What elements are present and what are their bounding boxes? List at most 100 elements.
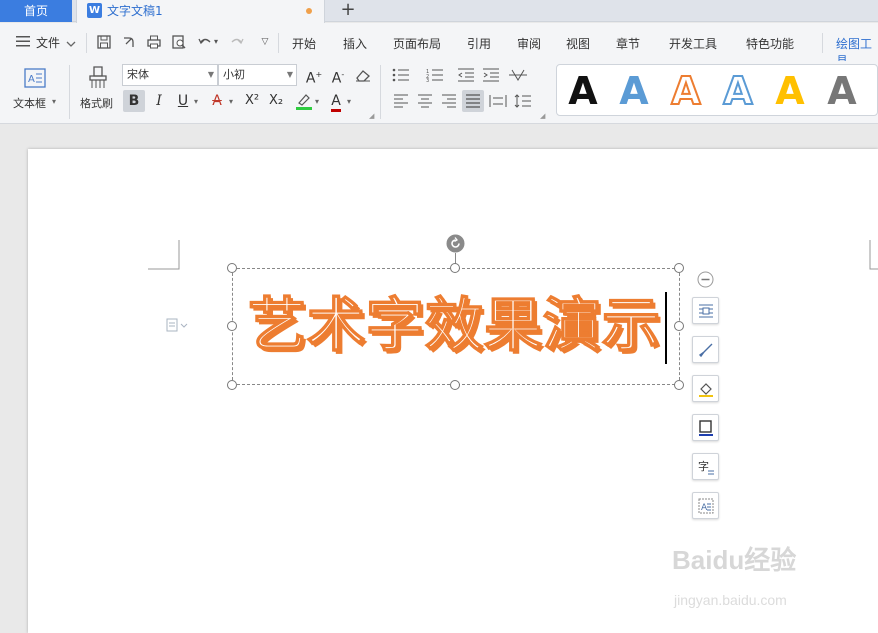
svg-text:3: 3 xyxy=(426,78,429,82)
superscript-button[interactable]: X² xyxy=(241,90,263,112)
menu-chapter[interactable]: 章节 xyxy=(616,35,640,52)
font-name-select[interactable]: 宋体 ▼ xyxy=(122,64,218,86)
outline-color-button[interactable] xyxy=(692,414,719,441)
chevron-down-icon: ▼ xyxy=(207,70,214,79)
save-icon[interactable] xyxy=(95,33,113,51)
wordart-style-gold[interactable]: A xyxy=(770,69,810,113)
divider xyxy=(86,33,87,53)
bold-button[interactable]: B xyxy=(123,90,145,112)
menu-insert[interactable]: 插入 xyxy=(343,35,367,52)
new-tab-button[interactable]: + xyxy=(338,0,358,22)
divider xyxy=(380,65,381,119)
wordart-style-orange-outline[interactable]: A xyxy=(666,68,706,114)
wordart-style-gallery: A A A A A A xyxy=(556,64,878,116)
svg-text:A: A xyxy=(701,503,708,513)
menu-special[interactable]: 特色功能 xyxy=(746,35,794,52)
text-effect-button[interactable]: 字 xyxy=(692,453,719,480)
divider xyxy=(822,33,823,53)
format-painter-icon[interactable] xyxy=(87,66,109,90)
paragraph-dialog-launcher-icon[interactable]: ◢ xyxy=(540,112,545,120)
menu-view[interactable]: 视图 xyxy=(566,35,590,52)
menu-page-layout[interactable]: 页面布局 xyxy=(393,35,441,52)
wordart-style-blue-outline[interactable]: A xyxy=(718,68,758,114)
format-painter-label[interactable]: 格式刷 xyxy=(80,95,113,111)
align-right-icon[interactable] xyxy=(438,90,460,112)
menu-developer[interactable]: 开发工具 xyxy=(669,35,717,52)
print-preview-icon[interactable] xyxy=(170,33,188,51)
textbox-options-button[interactable]: A xyxy=(692,492,719,519)
wordart-style-black[interactable]: A xyxy=(563,69,603,113)
baidu-watermark: Baidu经验 xyxy=(672,545,797,575)
shrink-font-icon[interactable]: A- xyxy=(327,64,349,87)
font-color-button[interactable]: A xyxy=(325,90,347,112)
resize-handle-se[interactable] xyxy=(674,380,684,390)
highlight-icon[interactable] xyxy=(293,90,315,112)
italic-button[interactable]: I xyxy=(148,90,170,112)
chevron-down-icon[interactable]: ▾ xyxy=(52,97,56,106)
increase-indent-icon[interactable] xyxy=(480,64,502,86)
fill-color-button[interactable] xyxy=(692,375,719,402)
paragraph-anchor-icon[interactable] xyxy=(166,318,188,332)
font-dialog-launcher-icon[interactable]: ◢ xyxy=(369,112,374,120)
chevron-down-icon[interactable]: ▾ xyxy=(194,97,198,106)
font-size-select[interactable]: 小初 ▼ xyxy=(218,64,297,86)
rotate-handle-icon[interactable] xyxy=(446,234,465,253)
menu-start[interactable]: 开始 xyxy=(292,35,316,52)
wordart-text[interactable]: 艺术字效果演示 xyxy=(247,290,661,360)
writer-doc-icon: W xyxy=(87,3,102,18)
align-center-icon[interactable] xyxy=(414,90,436,112)
hamburger-icon[interactable] xyxy=(16,35,30,47)
svg-text:字: 字 xyxy=(698,459,709,473)
font-color-glyph: A xyxy=(331,93,341,112)
undo-dropdown-icon[interactable]: ▾ xyxy=(212,33,220,51)
clear-format-icon[interactable] xyxy=(352,64,374,86)
distributed-align-icon[interactable] xyxy=(487,90,509,112)
menu-bar: 文件 ▾ ▽ 开始 插入 页面布局 引用 审阅 视图 章节 开发工具 特色功能 … xyxy=(0,23,878,68)
menu-file[interactable]: 文件 xyxy=(36,34,60,51)
resize-handle-e[interactable] xyxy=(674,321,684,331)
collapse-toolbar-icon[interactable] xyxy=(697,271,714,288)
text-direction-icon[interactable] xyxy=(507,64,529,86)
resize-handle-sw[interactable] xyxy=(227,380,237,390)
textbox-label[interactable]: 文本框 xyxy=(13,95,46,111)
grow-font-icon[interactable]: A+ xyxy=(303,64,325,87)
resize-handle-s[interactable] xyxy=(450,380,460,390)
layout-options-button[interactable] xyxy=(692,297,719,324)
outline-icon xyxy=(699,420,713,436)
tab-document-title: 文字文稿1 xyxy=(107,4,163,18)
subscript-button[interactable]: X₂ xyxy=(265,90,287,112)
menu-references[interactable]: 引用 xyxy=(467,35,491,52)
resize-handle-ne[interactable] xyxy=(674,263,684,273)
chevron-down-icon[interactable]: ▾ xyxy=(315,97,319,106)
menu-review[interactable]: 审阅 xyxy=(517,35,541,52)
tab-document[interactable]: W 文字文稿1 xyxy=(76,0,325,23)
underline-button[interactable]: U xyxy=(172,90,194,112)
align-left-icon[interactable] xyxy=(390,90,412,112)
tab-bar: 首页 W 文字文稿1 + xyxy=(0,0,878,23)
chevron-down-icon[interactable] xyxy=(66,37,76,47)
textbox-icon[interactable]: A xyxy=(24,68,46,88)
resize-handle-n[interactable] xyxy=(450,263,460,273)
chevron-down-icon[interactable]: ▾ xyxy=(347,97,351,106)
font-size-value: 小初 xyxy=(223,68,245,81)
shape-style-button[interactable] xyxy=(692,336,719,363)
text-caret xyxy=(665,292,667,364)
bullet-list-icon[interactable] xyxy=(390,64,412,86)
tab-home[interactable]: 首页 xyxy=(0,0,72,22)
resize-handle-nw[interactable] xyxy=(227,263,237,273)
resize-handle-w[interactable] xyxy=(227,321,237,331)
print-icon[interactable] xyxy=(145,33,163,51)
wordart-style-grey[interactable]: A xyxy=(822,69,862,113)
unsaved-dot-icon xyxy=(306,8,312,14)
decrease-indent-icon[interactable] xyxy=(455,64,477,86)
divider xyxy=(278,33,279,53)
justify-icon[interactable] xyxy=(462,90,484,112)
chevron-down-icon[interactable]: ▾ xyxy=(229,97,233,106)
strikethrough-button[interactable]: A xyxy=(206,90,228,112)
redo-icon[interactable] xyxy=(228,33,246,51)
export-pdf-icon[interactable] xyxy=(120,33,138,51)
wordart-style-blue[interactable]: A xyxy=(614,69,654,113)
customize-quickaccess-icon[interactable]: ▽ xyxy=(256,33,274,51)
line-spacing-icon[interactable] xyxy=(512,90,534,112)
numbered-list-icon[interactable]: 123 xyxy=(424,64,446,86)
